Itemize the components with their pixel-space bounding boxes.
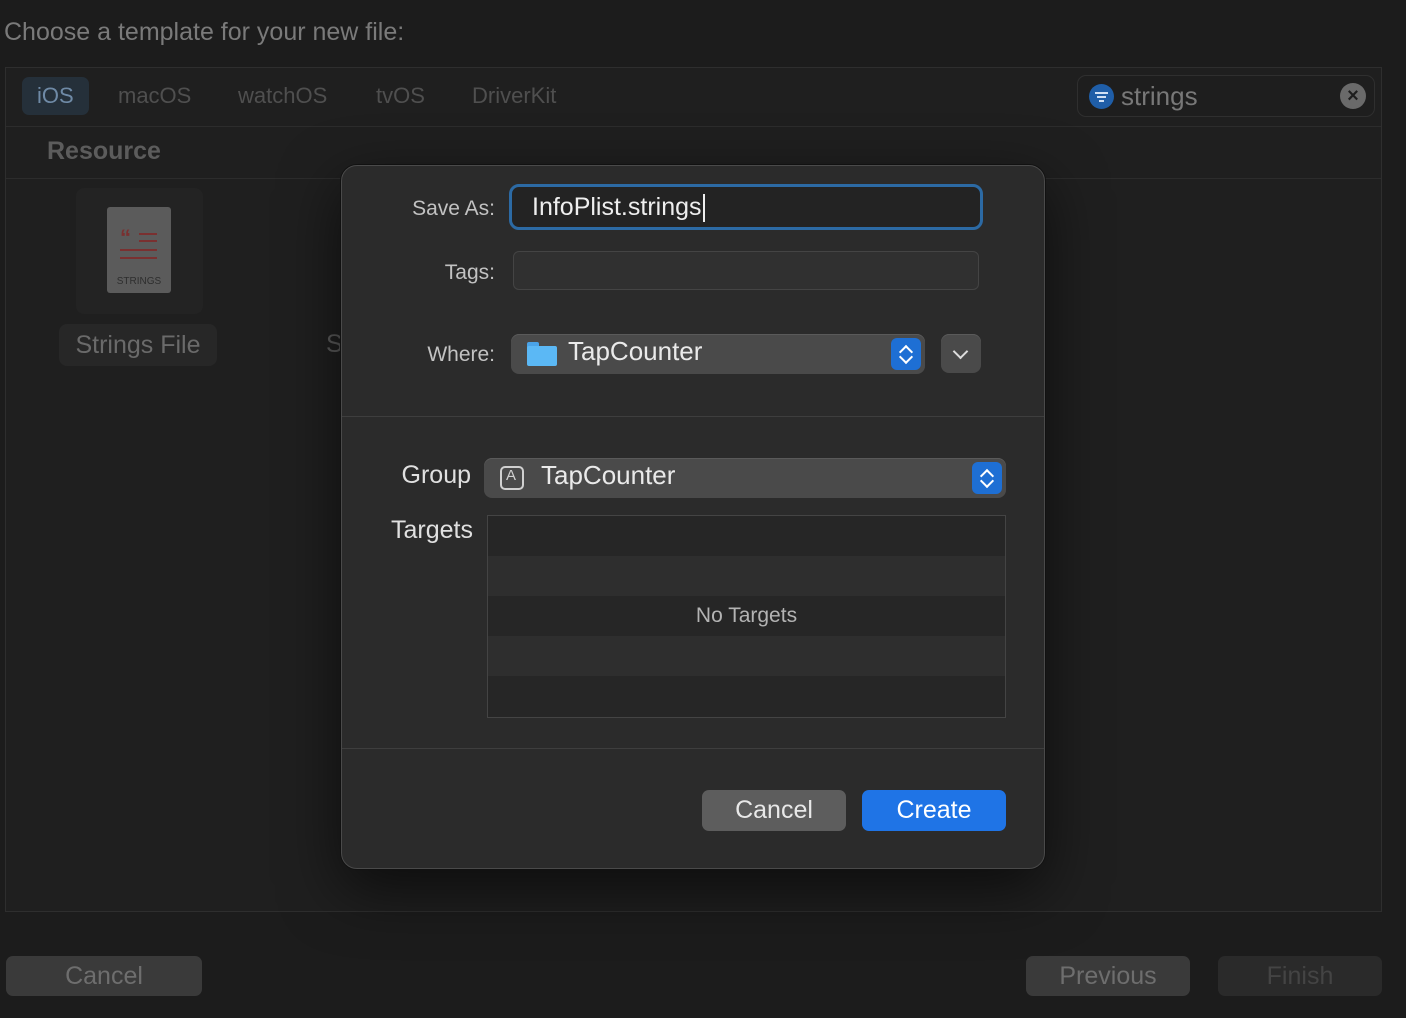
save-as-value: InfoPlist.strings	[532, 193, 702, 221]
tab-tvos[interactable]: tvOS	[376, 77, 425, 115]
strings-icon-caption: STRINGS	[116, 276, 162, 287]
targets-list[interactable]: No Targets	[487, 515, 1006, 718]
expand-button[interactable]	[941, 334, 981, 373]
where-value: TapCounter	[568, 336, 703, 366]
clear-icon[interactable]: ×	[1340, 83, 1366, 109]
template-label-strings-file[interactable]: Strings File	[59, 324, 217, 366]
where-label: Where:	[427, 343, 495, 366]
create-button[interactable]: Create	[862, 790, 1006, 831]
section-title: Resource	[47, 137, 161, 165]
save-as-label: Save As:	[412, 197, 495, 220]
popup-stepper-icon	[972, 462, 1002, 494]
tab-watchos[interactable]: watchOS	[238, 77, 327, 115]
tab-driverkit[interactable]: DriverKit	[472, 77, 556, 115]
wizard-title: Choose a template for your new file:	[4, 18, 405, 46]
strings-file-icon: “ STRINGS	[107, 207, 171, 293]
divider	[342, 748, 1044, 749]
filter-icon[interactable]	[1089, 84, 1114, 109]
list-row	[488, 676, 1005, 716]
tags-label: Tags:	[444, 261, 495, 284]
where-popup[interactable]: TapCounter	[511, 334, 925, 374]
divider	[342, 416, 1044, 417]
text-caret	[702, 194, 705, 223]
group-label: Group	[401, 461, 471, 489]
cancel-button[interactable]: Cancel	[702, 790, 846, 831]
chevron-down-icon	[952, 343, 969, 360]
search-input[interactable]: strings	[1121, 81, 1198, 112]
tags-field[interactable]	[513, 251, 979, 290]
popup-stepper-icon	[891, 338, 921, 370]
app-project-icon	[500, 466, 524, 490]
group-value: TapCounter	[541, 460, 676, 490]
list-row	[488, 636, 1005, 676]
save-as-field[interactable]: InfoPlist.strings	[509, 184, 983, 230]
no-targets-text: No Targets	[695, 604, 798, 627]
wizard-cancel-button[interactable]: Cancel	[6, 956, 202, 996]
template-strings-file[interactable]: “ STRINGS	[76, 188, 203, 314]
targets-label: Targets	[391, 516, 473, 544]
folder-icon	[527, 342, 557, 366]
tab-macos[interactable]: macOS	[118, 77, 191, 115]
wizard-previous-button[interactable]: Previous	[1026, 956, 1190, 996]
tab-ios[interactable]: iOS	[22, 77, 89, 115]
list-row	[488, 516, 1005, 556]
save-dialog: Save As: InfoPlist.strings Tags: Where: …	[341, 165, 1045, 869]
platform-tab-bar: iOS macOS watchOS tvOS DriverKit strings…	[6, 68, 1381, 127]
group-popup[interactable]: TapCounter	[484, 458, 1006, 498]
template-search-field[interactable]: strings ×	[1077, 75, 1375, 117]
wizard-finish-button[interactable]: Finish	[1218, 956, 1382, 996]
list-row	[488, 556, 1005, 596]
